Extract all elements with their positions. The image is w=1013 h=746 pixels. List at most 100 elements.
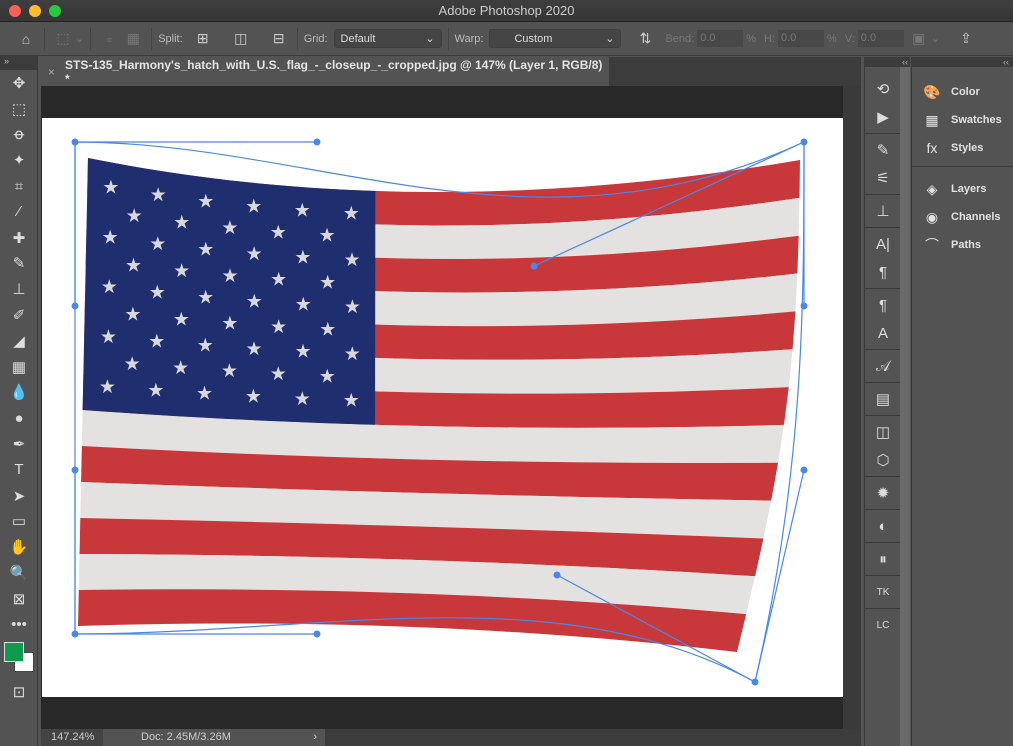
tool-presets-panel-icon[interactable]: ⚟ <box>865 164 901 192</box>
move-tool-icon[interactable]: ✥ <box>0 70 38 96</box>
brush-tool-icon[interactable]: ✎ <box>0 251 38 277</box>
warp-control-point[interactable] <box>530 262 538 270</box>
close-window-button[interactable] <box>9 5 21 17</box>
3d-panel-icon[interactable]: ◫ <box>865 418 901 446</box>
plugin-panel-icon[interactable]: ✹ <box>865 479 901 507</box>
warped-flag-image[interactable]: ★ ★ ★ ★ ★ ★ ★ ★ ★ ★ ★ ★ ★ ★ ★ ★ ★ ★ ★ ★ ★ ★ ★ ★ ★ ★ ★ ★ ★ ★ ★ ★ ★ ★ ★ ★ ★ ★ ★ ★… <box>41 86 861 729</box>
foreground-color-swatch[interactable] <box>4 641 24 662</box>
blur-tool-icon[interactable]: 💧 <box>0 380 38 406</box>
gradient-tool-icon[interactable]: ▦ <box>0 354 38 380</box>
warp-control-point[interactable] <box>313 630 321 638</box>
stamp-tool-icon[interactable]: ⊥ <box>0 276 38 302</box>
history-brush-tool-icon[interactable]: ✐ <box>0 302 38 328</box>
flag-star: ★ <box>221 361 238 382</box>
pen-tool-icon[interactable]: ✒ <box>0 431 38 457</box>
marquee-tool-icon[interactable]: ⬚ <box>0 96 38 122</box>
flag-star: ★ <box>270 364 287 385</box>
warp-control-point[interactable] <box>751 678 759 686</box>
panel-swatches[interactable]: ▦ Swatches <box>912 106 1013 134</box>
split-horizontal-icon[interactable]: ⊟ <box>267 28 291 50</box>
actions-panel-icon[interactable]: ▶ <box>865 103 901 131</box>
warp-control-point[interactable] <box>313 138 321 146</box>
warp-control-point[interactable] <box>800 466 808 474</box>
transform-preset-icon[interactable]: ⬚ <box>51 28 75 50</box>
history-panel-icon[interactable]: ⟲ <box>865 75 901 103</box>
panel-toggle-icon[interactable]: ▣ <box>907 28 931 50</box>
dodge-tool-icon[interactable]: ● <box>0 405 38 431</box>
warp-control-point[interactable] <box>71 630 79 638</box>
glyphs-panel-icon[interactable]: 𝒜 <box>865 352 901 380</box>
warp-control-point[interactable] <box>71 138 79 146</box>
vertical-scrollbar[interactable] <box>843 86 861 729</box>
warp-value: Custom <box>514 32 553 45</box>
character-styles-panel-icon[interactable]: A <box>865 319 901 347</box>
warp-control-point[interactable] <box>71 466 79 474</box>
warp-control-point[interactable] <box>553 571 561 579</box>
panel-styles[interactable]: fx Styles <box>912 134 1013 162</box>
collapse-icons-button[interactable]: ‹‹ <box>864 57 910 67</box>
h-input[interactable]: 0.0 <box>778 30 824 47</box>
rectangle-tool-icon[interactable]: ▭ <box>0 509 38 535</box>
adjustments-panel-icon[interactable]: ◐ <box>865 512 901 540</box>
v-input[interactable]: 0.0 <box>857 30 904 47</box>
zoom-level[interactable]: 147.24% <box>41 729 103 746</box>
hand-tool-icon[interactable]: ✋ <box>0 534 38 560</box>
flag-star: ★ <box>319 226 336 247</box>
eyedropper-tool-icon[interactable]: ⁄ <box>0 199 38 225</box>
flag-star: ★ <box>246 244 263 265</box>
flag-star: ★ <box>197 336 214 357</box>
warp-orientation-icon[interactable]: ⇅ <box>633 28 657 50</box>
home-icon[interactable]: ⌂ <box>14 28 38 50</box>
warp-control-point[interactable] <box>71 302 79 310</box>
type-tool-icon[interactable]: T <box>0 457 38 483</box>
path-select-tool-icon[interactable]: ➤ <box>0 483 38 509</box>
bend-input[interactable]: 0.0 <box>697 30 744 47</box>
flag-star: ★ <box>197 288 214 309</box>
percent-label: % <box>827 32 837 45</box>
split-vertical-icon[interactable]: ◫ <box>229 28 253 50</box>
crop-tool-icon[interactable]: ⌗ <box>0 173 38 199</box>
h-label: H: <box>764 32 775 45</box>
warp-select[interactable]: Custom ⌄ <box>489 29 622 48</box>
frame-tool-icon[interactable]: ⊠ <box>0 586 38 612</box>
panel-channels[interactable]: ◉ Channels <box>912 203 1013 231</box>
grid-icon: ▦ <box>925 111 939 128</box>
tk-panel-icon[interactable]: TK <box>865 578 901 606</box>
document-tab[interactable]: × STS-135_Harmony's_hatch_with_U.S._flag_… <box>41 57 609 86</box>
paragraph-panel-icon[interactable]: ¶ <box>865 258 901 286</box>
eraser-tool-icon[interactable]: ◢ <box>0 328 38 354</box>
more-tool-icon[interactable]: ••• <box>0 612 38 638</box>
flag-star: ★ <box>343 250 360 271</box>
clone-source-panel-icon[interactable]: ⊥ <box>865 197 901 225</box>
split-crosswise-icon[interactable]: ⊞ <box>191 28 215 50</box>
quick-mask-icon[interactable]: ⊡ <box>0 680 38 706</box>
share-icon[interactable]: ⇪ <box>954 28 978 50</box>
magic-wand-tool-icon[interactable]: ✦ <box>0 147 38 173</box>
status-menu-arrow[interactable]: › <box>313 729 317 746</box>
notes-panel-icon[interactable]: ▤ <box>865 385 901 413</box>
minimize-window-button[interactable] <box>29 5 41 17</box>
lasso-tool-icon[interactable]: ꝋ <box>0 122 38 148</box>
close-tab-icon[interactable]: × <box>48 65 55 79</box>
3d-cube-panel-icon[interactable]: ⬡ <box>865 446 901 474</box>
grid-select[interactable]: Default ⌄ <box>333 29 442 48</box>
warp-control-point[interactable] <box>800 302 808 310</box>
character-panel-icon[interactable]: A| <box>865 230 901 258</box>
expand-toolbar-icon[interactable]: » <box>0 56 37 70</box>
healing-tool-icon[interactable]: ✚ <box>0 225 38 251</box>
warp-control-point[interactable] <box>800 138 808 146</box>
panel-layers[interactable]: ◈ Layers <box>912 175 1013 203</box>
collapse-panels-button[interactable]: ‹‹ <box>911 57 1013 67</box>
properties-panel-icon[interactable]: ⏸ <box>865 545 901 573</box>
flag-star: ★ <box>344 344 361 365</box>
toolbar: » ✥ ⬚ ꝋ ✦ ⌗ ⁄ ✚ ✎ ⊥ ✐ ◢ ▦ 💧 ● ✒ T ➤ ▭ ✋ 🔍 ⊠ ••• ⊡ <box>0 56 38 746</box>
flag-star: ★ <box>197 191 214 212</box>
brush-settings-panel-icon[interactable]: ✎ <box>865 136 901 164</box>
panel-scrollbar[interactable] <box>900 67 910 746</box>
layer-cake-panel-icon[interactable]: LC <box>865 611 901 639</box>
zoom-tool-icon[interactable]: 🔍 <box>0 560 38 586</box>
panel-paths[interactable]: ⌒ Paths <box>912 231 1013 259</box>
panel-color[interactable]: 🎨 Color <box>912 78 1013 106</box>
zoom-window-button[interactable] <box>49 5 61 17</box>
paragraph-styles-panel-icon[interactable]: ¶ <box>865 291 901 319</box>
